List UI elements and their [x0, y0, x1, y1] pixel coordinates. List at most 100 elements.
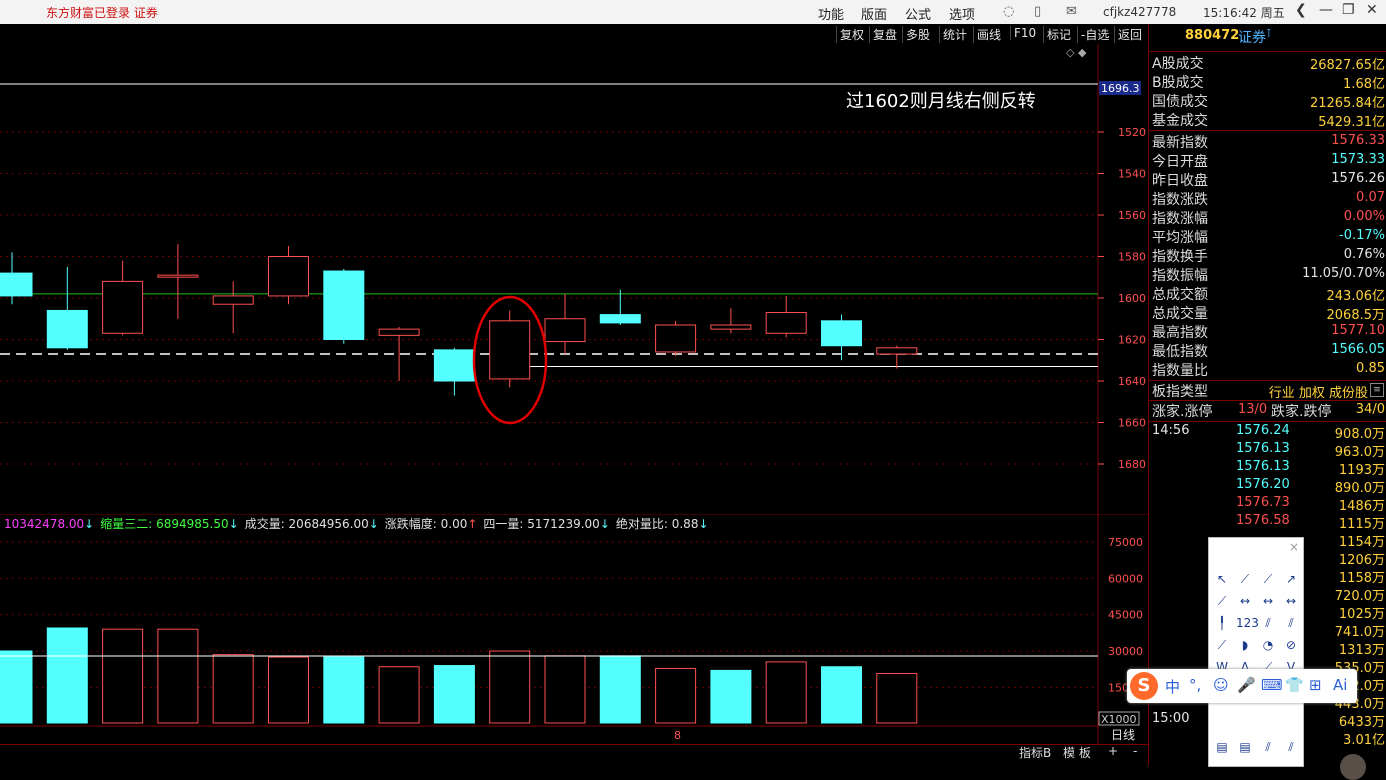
- drawing-tool-icon[interactable]: ↗: [1282, 570, 1300, 588]
- sector-type-row: 板指类型 行业 加权 成份股 ≡: [1152, 381, 1385, 401]
- stat-label: 昨日收盘: [1152, 173, 1208, 189]
- menu-layout[interactable]: 版面: [861, 4, 887, 23]
- panel-divider: [1149, 421, 1386, 422]
- drawing-tool-icon[interactable]: ⟋: [1259, 570, 1277, 588]
- drawing-tool-icon[interactable]: ↔: [1236, 592, 1254, 610]
- drawing-tool-icon[interactable]: ▤: [1213, 738, 1231, 756]
- drawing-tool-icon[interactable]: ⟋: [1213, 636, 1231, 654]
- voice-icon[interactable]: 🎤: [1237, 676, 1256, 694]
- candlestick-chart[interactable]: 1696.3 ◇ ◆ 16801660164016201600158015601…: [0, 44, 1148, 514]
- drawing-tool-icon[interactable]: ⫽: [1282, 738, 1300, 756]
- volume-bar: [599, 655, 641, 724]
- drawing-tool-icon[interactable]: ↔: [1259, 592, 1277, 610]
- market-row: B股成交 1.68亿: [1152, 75, 1385, 92]
- btn-draw-line[interactable]: 画线: [973, 26, 1004, 43]
- index-name[interactable]: 证券⊺: [1238, 27, 1272, 47]
- close-icon[interactable]: ✕: [1366, 2, 1378, 18]
- btn-back[interactable]: 返回: [1114, 26, 1145, 43]
- tick-volume: 1193万: [1338, 463, 1385, 478]
- restore-icon[interactable]: ❐: [1342, 2, 1355, 18]
- tick-price: 1576.13: [1236, 459, 1290, 474]
- stat-value: 0.85: [1356, 361, 1385, 376]
- drawing-tool-icon[interactable]: ⫽: [1259, 614, 1277, 632]
- btn-stats[interactable]: 统计: [939, 26, 970, 43]
- close-icon[interactable]: ×: [1289, 540, 1299, 554]
- volume-indicator-legend: 10342478.00↓ 缩量三二: 6894985.50↓ 成交量: 206849…: [4, 515, 715, 532]
- price-tick-label: 1660: [1118, 417, 1146, 430]
- fall-value: 34/0: [1355, 402, 1385, 417]
- tick-row: 1576.13 1193万: [1152, 459, 1385, 478]
- ai-icon[interactable]: Ai: [1333, 676, 1347, 694]
- panel-divider: [1149, 130, 1386, 131]
- diamond-icon[interactable]: ◇ ◆: [1066, 46, 1087, 59]
- price-tick-label: 1600: [1118, 292, 1146, 305]
- index-stat-row: 指数振幅 11.05/0.70%: [1152, 265, 1385, 284]
- price-tick-label: 1520: [1118, 126, 1146, 139]
- btn-fupan[interactable]: 复盘: [869, 26, 900, 43]
- chat-icon[interactable]: ◌: [1003, 4, 1014, 19]
- price-tick-label: 1580: [1118, 251, 1146, 264]
- drawing-tool-icon[interactable]: ⊘: [1282, 636, 1300, 654]
- volume-bar: [489, 650, 531, 724]
- drawing-tool-icon[interactable]: 123: [1236, 614, 1259, 632]
- menu-formula[interactable]: 公式: [905, 4, 931, 23]
- sector-menu-icon[interactable]: ≡: [1370, 383, 1384, 397]
- drawing-tool-icon[interactable]: ◔: [1259, 636, 1277, 654]
- volume-chart[interactable]: 75000 60000 45000 30000 150 X1000 8 日线: [0, 514, 1148, 744]
- btn-f10[interactable]: F10: [1010, 26, 1039, 40]
- drawing-tool-icon[interactable]: ↖: [1213, 570, 1231, 588]
- emoji-icon[interactable]: ☺: [1213, 676, 1229, 694]
- drawing-tool-icon[interactable]: ◗: [1236, 636, 1254, 654]
- menu-function[interactable]: 功能: [818, 4, 844, 23]
- menu-options[interactable]: 选项: [949, 4, 975, 23]
- drawing-tool-icon[interactable]: ▤: [1236, 738, 1254, 756]
- tick-volume: 1313万: [1338, 643, 1385, 658]
- zoom-in-button[interactable]: +: [1108, 744, 1118, 758]
- price-tick-label: 1560: [1118, 209, 1146, 222]
- tick-price: 1576.20: [1236, 477, 1290, 492]
- panel-divider: [1149, 51, 1386, 52]
- sogou-logo-icon[interactable]: S: [1130, 672, 1158, 700]
- volume-tick-label: 150: [1108, 681, 1129, 694]
- sector-type-value[interactable]: 行业 加权 成份股: [1269, 382, 1368, 401]
- back-icon[interactable]: ❮: [1295, 2, 1307, 18]
- mail-icon[interactable]: ✉: [1066, 4, 1077, 19]
- btn-fuquan[interactable]: 复权: [836, 26, 867, 43]
- phone-icon[interactable]: ▯: [1034, 4, 1041, 19]
- indicator-button[interactable]: 指标B: [1019, 744, 1051, 761]
- stat-value: 1566.05: [1331, 342, 1385, 357]
- drawing-tool-icon[interactable]: ⟋: [1213, 592, 1231, 610]
- ime-toolbar[interactable]: S 中 °, ☺ 🎤 ⌨ 👕 ⊞ Ai: [1127, 669, 1357, 703]
- drawing-tool-icon[interactable]: ⫽: [1282, 614, 1300, 632]
- price-grid: [0, 131, 1098, 465]
- drawing-tool-icon[interactable]: ╿: [1213, 614, 1231, 632]
- volume-tick-label: 30000: [1108, 645, 1143, 658]
- zoom-out-button[interactable]: -: [1133, 744, 1137, 758]
- template-button[interactable]: 模 板: [1063, 744, 1091, 761]
- chinese-mode-icon[interactable]: 中: [1165, 676, 1180, 697]
- stat-value: 1576.26: [1331, 171, 1385, 186]
- keyboard-icon[interactable]: ⌨: [1261, 676, 1283, 694]
- drawing-tool-icon[interactable]: ↔: [1282, 592, 1300, 610]
- minimize-icon[interactable]: —: [1319, 2, 1333, 18]
- btn-mark[interactable]: 标记: [1043, 26, 1074, 43]
- drawing-tool-icon[interactable]: ⫽: [1259, 738, 1277, 756]
- drawing-tools-palette[interactable]: × ↖⟋⟋↗⟋↔↔↔╿123⫽⫽⟋◗◔⊘Wᐱ⟋ᐯ≡≡⫽⫽▤▤⫽⫽: [1208, 537, 1304, 767]
- punctuation-icon[interactable]: °,: [1189, 676, 1201, 694]
- stat-label: 指数量比: [1152, 363, 1208, 379]
- index-code: 880472: [1185, 28, 1240, 43]
- stat-value: -0.17%: [1339, 228, 1385, 243]
- drawing-tool-icon[interactable]: ⟋: [1236, 570, 1254, 588]
- period-label[interactable]: 日线: [1111, 728, 1135, 742]
- avatar[interactable]: [1340, 754, 1366, 780]
- candle-body: [599, 314, 641, 324]
- stat-label: 最高指数: [1152, 325, 1208, 341]
- skin-icon[interactable]: 👕: [1285, 676, 1304, 694]
- candle-body: [378, 328, 420, 336]
- btn-remove-watchlist[interactable]: -自选: [1077, 26, 1112, 43]
- btn-multi-stock[interactable]: 多股: [902, 26, 933, 43]
- toolbox-icon[interactable]: ⊞: [1309, 676, 1322, 694]
- stat-value: 1577.10: [1331, 323, 1385, 338]
- stat-value: 1576.33: [1331, 133, 1385, 148]
- candle-body: [323, 270, 365, 340]
